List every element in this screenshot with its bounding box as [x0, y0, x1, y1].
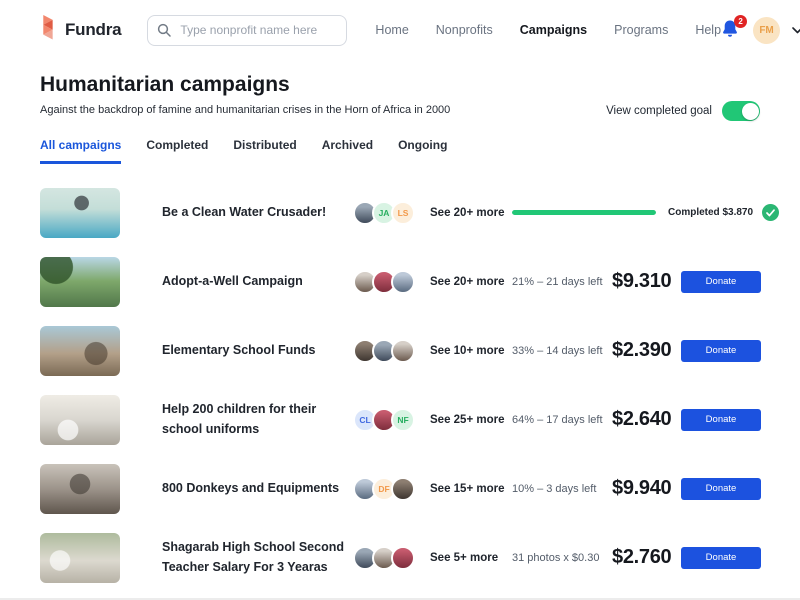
search-input[interactable] [147, 15, 347, 46]
campaign-thumbnail[interactable] [40, 188, 120, 238]
search-icon [157, 23, 171, 42]
campaign-amount: $9.310 [612, 270, 674, 293]
campaign-row: Elementary School Funds See 10+ more 33%… [0, 316, 800, 385]
see-more-link[interactable]: See 10+ more [430, 345, 505, 357]
avatar-group: CLNF [353, 408, 425, 432]
campaign-thumbnail[interactable] [40, 395, 120, 445]
campaign-row: Adopt-a-Well Campaign See 20+ more 21% –… [0, 247, 800, 316]
campaign-title: Be a Clean Water Crusader! [162, 203, 347, 222]
campaign-thumbnail[interactable] [40, 464, 120, 514]
avatar-photo [391, 270, 415, 294]
campaign-row: Help 200 children for their school unifo… [0, 385, 800, 454]
avatar-group [353, 270, 425, 294]
campaign-title: Adopt-a-Well Campaign [162, 272, 347, 291]
toggle-label: View completed goal [606, 105, 712, 117]
campaign-row: Shagarab High School Second Teacher Sala… [0, 523, 800, 592]
header-right: 2 FM [721, 17, 800, 44]
nav-nonprofits[interactable]: Nonprofits [436, 23, 493, 37]
view-completed-toggle-row: View completed goal [606, 101, 760, 121]
see-more-link[interactable]: See 20+ more [430, 207, 505, 219]
tab-ongoing[interactable]: Ongoing [398, 138, 447, 164]
campaign-status: 21% – 21 days left [512, 276, 607, 288]
nav-programs[interactable]: Programs [614, 23, 668, 37]
campaign-amount: $2.390 [612, 339, 674, 362]
avatar-group [353, 546, 425, 570]
page-title: Humanitarian campaigns [40, 73, 290, 97]
campaign-thumbnail[interactable] [40, 533, 120, 583]
avatar-initials: LS [391, 201, 415, 225]
campaign-row: 800 Donkeys and Equipments DF See 15+ mo… [0, 454, 800, 523]
check-icon [762, 204, 779, 221]
campaign-status: 31 photos x $0.30 [512, 552, 607, 564]
notifications-button[interactable]: 2 [721, 19, 741, 41]
completed-section: Completed $3.870 [512, 204, 779, 221]
campaign-row: Be a Clean Water Crusader! JALS See 20+ … [0, 178, 800, 247]
campaign-thumbnail[interactable] [40, 326, 120, 376]
see-more-link[interactable]: See 15+ more [430, 483, 505, 495]
donate-button[interactable]: Donate [681, 547, 761, 569]
page-subtitle: Against the backdrop of famine and human… [40, 104, 450, 116]
tab-distributed[interactable]: Distributed [233, 138, 296, 164]
campaign-amount: $9.940 [612, 477, 674, 500]
tab-all-campaigns[interactable]: All campaigns [40, 138, 121, 164]
brand-name: Fundra [65, 20, 121, 40]
avatar-photo [391, 477, 415, 501]
avatar-initials: NF [391, 408, 415, 432]
progress-bar [512, 210, 656, 215]
campaign-amount: $2.760 [612, 546, 674, 569]
view-completed-toggle[interactable] [722, 101, 760, 121]
campaign-list: Be a Clean Water Crusader! JALS See 20+ … [0, 178, 800, 592]
avatar-group: DF [353, 477, 425, 501]
main-nav: Home Nonprofits Campaigns Programs Help [375, 23, 721, 37]
see-more-link[interactable]: See 25+ more [430, 414, 505, 426]
avatar-photo [391, 339, 415, 363]
fundra-logo-icon [40, 15, 57, 45]
campaign-status: 33% – 14 days left [512, 345, 607, 357]
progress-fill [512, 210, 656, 215]
bell-icon [721, 26, 739, 43]
campaign-title: Help 200 children for their school unifo… [162, 400, 347, 439]
nav-home[interactable]: Home [375, 23, 408, 37]
brand-logo[interactable]: Fundra [40, 15, 121, 45]
avatar-photo [391, 546, 415, 570]
nav-campaigns[interactable]: Campaigns [520, 23, 587, 37]
chevron-down-icon[interactable] [792, 27, 800, 34]
campaign-title: Shagarab High School Second Teacher Sala… [162, 538, 347, 577]
completed-label: Completed $3.870 [668, 207, 753, 218]
see-more-link[interactable]: See 20+ more [430, 276, 505, 288]
notification-badge: 2 [734, 15, 747, 28]
campaign-amount: $2.640 [612, 408, 674, 431]
user-avatar[interactable]: FM [753, 17, 780, 44]
donate-button[interactable]: Donate [681, 409, 761, 431]
campaign-tabs: All campaigns Completed Distributed Arch… [40, 138, 447, 164]
top-navbar: Fundra Home Nonprofits Campaigns Program… [0, 0, 800, 60]
donate-button[interactable]: Donate [681, 340, 761, 362]
tab-completed[interactable]: Completed [146, 138, 208, 164]
tab-archived[interactable]: Archived [322, 138, 373, 164]
toggle-knob [742, 103, 759, 120]
campaign-status: 10% – 3 days left [512, 483, 607, 495]
avatar-group [353, 339, 425, 363]
avatar-group: JALS [353, 201, 425, 225]
campaign-status: 64% – 17 days left [512, 414, 607, 426]
campaign-title: 800 Donkeys and Equipments [162, 479, 347, 498]
donate-button[interactable]: Donate [681, 271, 761, 293]
search-box [147, 15, 347, 46]
campaign-thumbnail[interactable] [40, 257, 120, 307]
see-more-link[interactable]: See 5+ more [430, 552, 505, 564]
campaign-title: Elementary School Funds [162, 341, 347, 360]
donate-button[interactable]: Donate [681, 478, 761, 500]
nav-help[interactable]: Help [695, 23, 721, 37]
